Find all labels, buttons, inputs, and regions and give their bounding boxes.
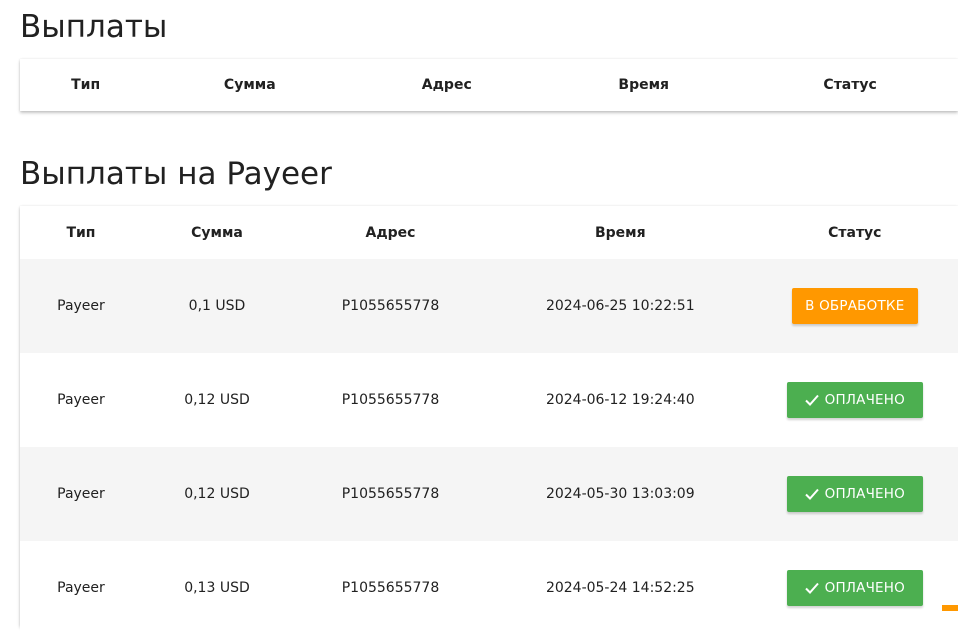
column-header-type[interactable]: Тип <box>20 59 151 111</box>
status-badge-paid[interactable]: ОПЛАЧЕНО <box>786 570 923 606</box>
cell-address: P1055655778 <box>292 541 489 635</box>
table-row: Payeer 0,13 USD P1055655778 2024-05-24 1… <box>20 541 958 635</box>
status-badge-processing[interactable]: В ОБРАБОТКЕ <box>791 288 918 324</box>
scroll-to-top-button-edge[interactable] <box>942 605 958 611</box>
payeer-payouts-table-card: Тип Сумма Адрес Время Статус Payeer 0,1 … <box>20 206 958 635</box>
cell-amount: 0,13 USD <box>141 541 293 635</box>
column-header-time[interactable]: Время <box>489 206 752 259</box>
cell-status: В ОБРАБОТКЕ <box>751 259 958 353</box>
status-badge-paid[interactable]: ОПЛАЧЕНО <box>786 476 923 512</box>
check-icon <box>804 582 819 594</box>
column-header-address[interactable]: Адрес <box>348 59 545 111</box>
column-header-amount[interactable]: Сумма <box>151 59 348 111</box>
table-row: Payeer 0,12 USD P1055655778 2024-06-12 1… <box>20 353 958 447</box>
table-row: Payeer 0,12 USD P1055655778 2024-05-30 1… <box>20 447 958 541</box>
table-row: Payeer 0,1 USD P1055655778 2024-06-25 10… <box>20 259 958 353</box>
cell-amount: 0,1 USD <box>141 259 293 353</box>
column-header-time[interactable]: Время <box>545 59 742 111</box>
cell-time: 2024-05-30 13:03:09 <box>488 447 752 541</box>
cell-time: 2024-06-25 10:22:51 <box>488 259 752 353</box>
cell-type: Payeer <box>20 259 142 353</box>
cell-address: P1055655778 <box>292 259 489 353</box>
status-label: В ОБРАБОТКЕ <box>805 298 905 314</box>
status-label: ОПЛАЧЕНО <box>824 580 905 596</box>
cell-time: 2024-05-24 14:52:25 <box>488 541 752 635</box>
cell-status: ОПЛАЧЕНО <box>751 447 958 541</box>
column-header-address[interactable]: Адрес <box>292 206 489 259</box>
table-header-row: Тип Сумма Адрес Время Статус <box>20 59 958 111</box>
check-icon <box>804 488 819 500</box>
column-header-status[interactable]: Статус <box>742 59 958 111</box>
column-header-amount[interactable]: Сумма <box>142 206 292 259</box>
cell-address: P1055655778 <box>292 447 489 541</box>
check-icon <box>804 394 819 406</box>
table-header-row: Тип Сумма Адрес Время Статус <box>20 206 958 259</box>
column-header-type[interactable]: Тип <box>20 206 142 259</box>
page-title-payeer-payouts: Выплаты на Payeer <box>20 156 332 192</box>
status-label: ОПЛАЧЕНО <box>824 392 905 408</box>
payeer-payouts-table: Тип Сумма Адрес Время Статус Payeer 0,1 … <box>20 206 958 635</box>
cell-type: Payeer <box>20 353 142 447</box>
status-label: ОПЛАЧЕНО <box>824 486 905 502</box>
payouts-table: Тип Сумма Адрес Время Статус <box>20 59 958 111</box>
page-title-payouts: Выплаты <box>20 9 168 45</box>
payouts-table-card: Тип Сумма Адрес Время Статус <box>20 59 958 111</box>
cell-status: ОПЛАЧЕНО <box>751 353 958 447</box>
cell-status: ОПЛАЧЕНО <box>751 541 958 635</box>
cell-time: 2024-06-12 19:24:40 <box>488 353 752 447</box>
cell-address: P1055655778 <box>292 353 489 447</box>
column-header-status[interactable]: Статус <box>752 206 958 259</box>
status-badge-paid[interactable]: ОПЛАЧЕНО <box>786 382 923 418</box>
cell-type: Payeer <box>20 447 142 541</box>
cell-amount: 0,12 USD <box>141 447 293 541</box>
cell-type: Payeer <box>20 541 142 635</box>
cell-amount: 0,12 USD <box>141 353 293 447</box>
